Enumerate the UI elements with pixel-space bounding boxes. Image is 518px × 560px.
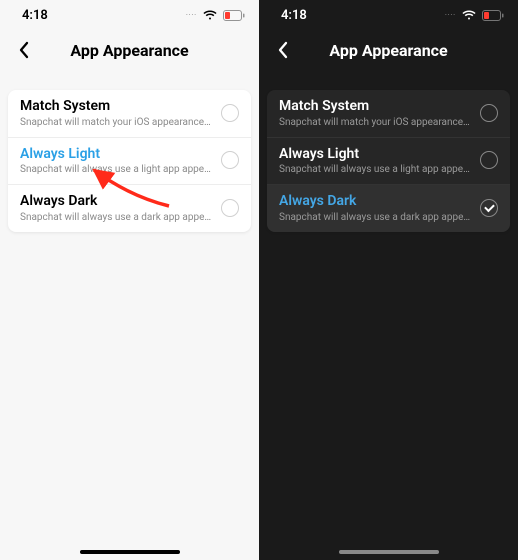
option-always-light[interactable]: Always Light Snapchat will always use a … [8, 137, 251, 185]
status-right: ···· [186, 10, 245, 21]
radio-unchecked-icon[interactable] [480, 104, 498, 122]
option-title: Match System [20, 98, 213, 116]
back-button[interactable] [271, 38, 295, 62]
option-title: Always Dark [279, 193, 472, 211]
status-time: 4:18 [281, 8, 307, 23]
light-mode-panel: 4:18 ···· App Appearance Match System Sn… [0, 0, 259, 560]
radio-unchecked-icon[interactable] [221, 199, 239, 217]
battery-low-icon [482, 10, 504, 21]
option-subtitle: Snapchat will match your iOS appearance … [20, 117, 213, 128]
appearance-options-card: Match System Snapchat will match your iO… [267, 90, 510, 232]
option-subtitle: Snapchat will always use a dark app appe… [279, 212, 472, 223]
page-title: App Appearance [0, 41, 259, 60]
nav-bar: App Appearance [0, 30, 259, 70]
option-title: Always Dark [20, 193, 213, 211]
option-always-dark[interactable]: Always Dark Snapchat will always use a d… [267, 184, 510, 232]
page-title: App Appearance [259, 41, 518, 60]
battery-low-icon [223, 10, 245, 21]
option-match-system[interactable]: Match System Snapchat will match your iO… [8, 90, 251, 137]
radio-checked-icon[interactable] [221, 151, 239, 169]
status-right: ···· [445, 10, 504, 21]
option-title: Always Light [279, 146, 472, 164]
back-button[interactable] [12, 38, 36, 62]
option-subtitle: Snapchat will always use a light app app… [279, 164, 472, 175]
option-subtitle: Snapchat will always use a light app app… [20, 164, 213, 175]
home-indicator[interactable] [339, 550, 439, 554]
radio-unchecked-icon[interactable] [480, 151, 498, 169]
radio-unchecked-icon[interactable] [221, 104, 239, 122]
appearance-options-card: Match System Snapchat will match your iO… [8, 90, 251, 232]
home-indicator[interactable] [80, 550, 180, 554]
option-title: Always Light [20, 146, 213, 164]
radio-checked-icon[interactable] [480, 199, 498, 217]
cellular-dots-icon: ···· [186, 12, 197, 19]
nav-bar: App Appearance [259, 30, 518, 70]
dark-mode-panel: 4:18 ···· App Appearance Match System Sn… [259, 0, 518, 560]
wifi-icon [462, 10, 476, 21]
option-match-system[interactable]: Match System Snapchat will match your iO… [267, 90, 510, 137]
status-time: 4:18 [22, 8, 48, 23]
cellular-dots-icon: ···· [445, 12, 456, 19]
option-always-light[interactable]: Always Light Snapchat will always use a … [267, 137, 510, 185]
option-always-dark[interactable]: Always Dark Snapchat will always use a d… [8, 184, 251, 232]
option-subtitle: Snapchat will match your iOS appearance … [279, 117, 472, 128]
status-bar: 4:18 ···· [259, 0, 518, 30]
option-subtitle: Snapchat will always use a dark app appe… [20, 212, 213, 223]
wifi-icon [203, 10, 217, 21]
status-bar: 4:18 ···· [0, 0, 259, 30]
option-title: Match System [279, 98, 472, 116]
